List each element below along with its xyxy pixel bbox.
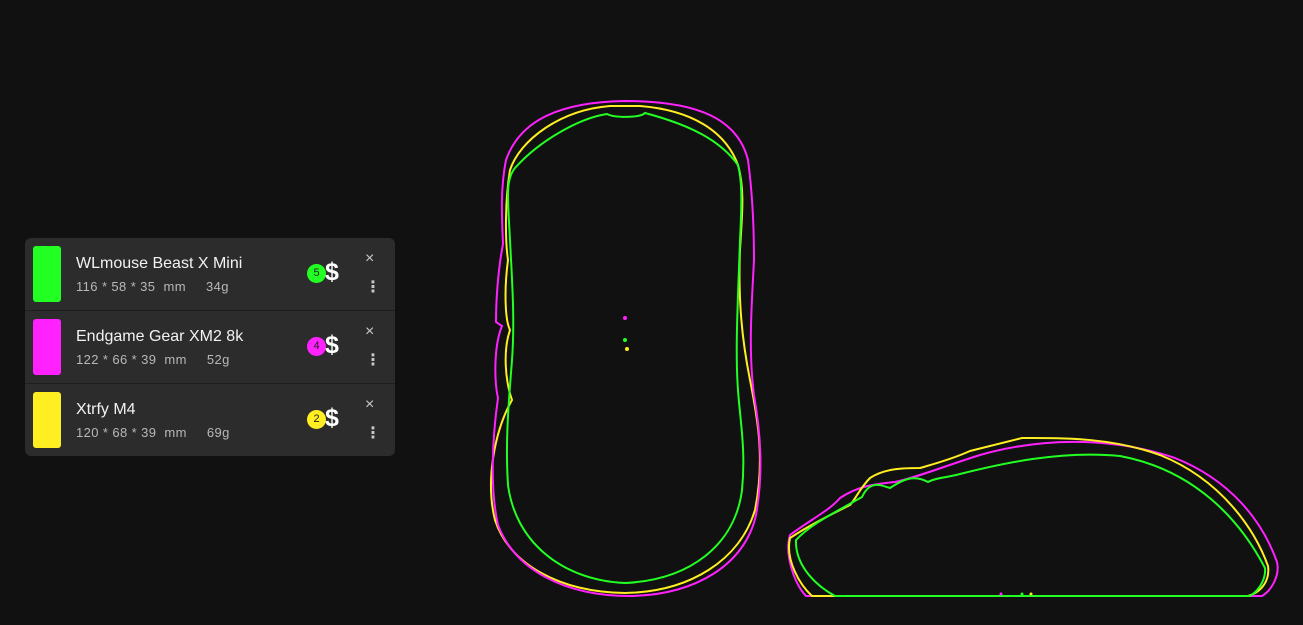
- side-outline-wlmouse: [794, 453, 1267, 597]
- top-center-dot-xtrfy: [625, 347, 629, 351]
- side-view: [787, 436, 1279, 597]
- top-center-dot-wlmouse: [623, 338, 627, 342]
- side-outline-endgame: [787, 440, 1279, 597]
- side-center-dot-endgame: [999, 592, 1003, 596]
- shape-comparison-canvas: [490, 99, 1279, 598]
- side-center-dot-xtrfy: [1029, 592, 1033, 596]
- top-view: [490, 99, 762, 598]
- side-outline-xtrfy: [788, 436, 1270, 597]
- top-center-dot-endgame: [623, 316, 627, 320]
- top-outline-wlmouse: [505, 111, 745, 585]
- side-center-dot-wlmouse: [1020, 592, 1024, 596]
